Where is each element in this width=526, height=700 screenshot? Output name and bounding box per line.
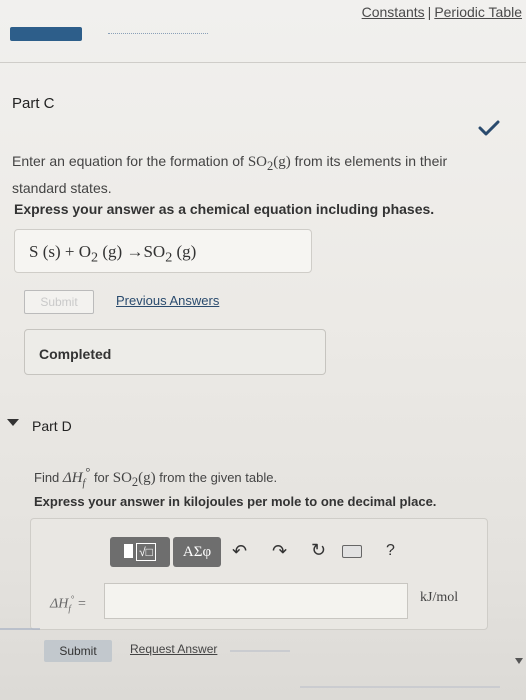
part-c-question: Enter an equation for the formation of S… — [12, 153, 448, 196]
previous-part-submit-button[interactable] — [10, 27, 82, 41]
previous-part-link[interactable] — [108, 33, 208, 34]
resource-links: Constants | Periodic Table — [362, 4, 522, 20]
unit-label: kJ/mol — [420, 590, 459, 605]
greek-symbols-button[interactable]: ΑΣφ — [173, 537, 221, 567]
part-d-title[interactable]: Part D — [32, 418, 72, 434]
part-d-question: Find ΔHf° for SO2(g) from the given tabl… — [34, 465, 278, 489]
divider — [0, 62, 526, 63]
part-c-title[interactable]: Part C — [12, 95, 55, 112]
part-d-instruction: Express your answer in kilojoules per mo… — [34, 494, 437, 509]
collapse-caret-icon[interactable] — [7, 419, 19, 426]
delta-h-input[interactable] — [104, 583, 408, 619]
constants-link[interactable]: Constants — [362, 4, 425, 20]
templates-button[interactable]: √□ — [110, 537, 170, 567]
help-button[interactable]: ? — [386, 542, 395, 560]
scroll-down-arrow-icon[interactable] — [515, 658, 523, 664]
reset-icon[interactable]: ↻ — [311, 540, 326, 561]
periodic-table-link[interactable]: Periodic Table — [434, 4, 522, 20]
checkmark-icon — [478, 120, 500, 136]
part-d-submit-button[interactable]: Submit — [44, 640, 112, 662]
previous-answers-link[interactable]: Previous Answers — [116, 293, 219, 308]
part-c-answer-field[interactable]: S (s) + O2 (g) →SO2 (g) — [14, 229, 312, 273]
template-block-icon — [124, 544, 134, 558]
delta-h-label: ΔHf° = — [50, 594, 86, 614]
part-c-instruction: Express your answer as a chemical equati… — [14, 201, 435, 217]
completed-status: Completed — [24, 329, 326, 375]
undo-icon[interactable]: ↶ — [232, 541, 247, 562]
link-separator: | — [427, 4, 432, 20]
keyboard-icon[interactable] — [342, 545, 362, 558]
screen-moire — [300, 686, 500, 688]
part-c-submit-button[interactable]: Submit — [24, 290, 94, 314]
screen-moire — [230, 650, 290, 652]
redo-icon[interactable]: ↷ — [272, 541, 287, 562]
screen-moire — [0, 628, 40, 630]
request-answer-link[interactable]: Request Answer — [130, 642, 217, 656]
